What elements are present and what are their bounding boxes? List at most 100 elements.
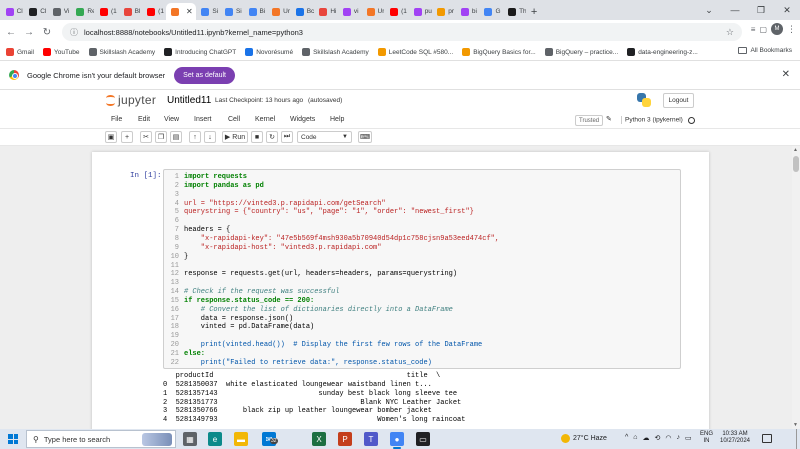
scroll-down-icon[interactable]: ▼ [793, 422, 798, 428]
tray-chevron-icon[interactable]: ^ [625, 434, 628, 442]
bookmark-item[interactable]: LeetCode SQL #580... [377, 48, 453, 56]
wifi-icon[interactable]: ◠ [665, 434, 671, 442]
run-button[interactable]: ▶ Run [222, 131, 248, 143]
menu-help[interactable]: Help [330, 116, 344, 123]
browser-tab[interactable]: Bl [119, 3, 142, 20]
volume-icon[interactable]: ♪ [677, 434, 681, 442]
browser-tab[interactable]: Hi [314, 3, 337, 20]
browser-tab[interactable]: Ur [362, 3, 385, 20]
terminal-icon[interactable]: ▭ [416, 432, 430, 446]
menu-cell[interactable]: Cell [228, 116, 240, 123]
browser-tab[interactable]: Cl [1, 3, 24, 20]
menu-file[interactable]: File [111, 116, 122, 123]
downloads-icon[interactable]: ▢ [759, 25, 767, 34]
kernel-indicator[interactable]: Python 3 (ipykernel) [621, 116, 683, 124]
bookmark-item[interactable]: Skillslash Academy [302, 48, 369, 56]
browser-tab[interactable]: (1 [385, 3, 408, 20]
taskbar-search-input[interactable]: ⚲ Type here to search [26, 430, 176, 448]
menu-view[interactable]: View [164, 116, 179, 123]
chrome-menu-icon[interactable]: ⋮ [787, 24, 796, 35]
scroll-up-icon[interactable]: ▲ [793, 147, 798, 153]
browser-tab[interactable]: Cl [24, 3, 47, 20]
copy-icon[interactable]: ❐ [155, 131, 167, 143]
browser-tab[interactable]: Th [503, 3, 526, 20]
tab-close-icon[interactable]: ✕ [186, 7, 193, 16]
profile-avatar[interactable]: M [771, 23, 783, 35]
infobar-close-icon[interactable]: ✕ [782, 69, 790, 80]
code-cell-editor[interactable]: 1 import requests 2 import pandas as pd 3 4 ur… [163, 169, 681, 369]
tab-active[interactable]: ✕ [165, 3, 196, 20]
browser-tab[interactable]: Si [220, 3, 243, 20]
network-icon[interactable]: ⌂ [633, 434, 637, 442]
bookmark-item[interactable]: Gmail [6, 48, 34, 56]
windows-start-icon[interactable] [8, 434, 18, 444]
move-up-icon[interactable]: ↑ [189, 131, 201, 143]
logout-button[interactable]: Logout [663, 93, 694, 108]
trusted-indicator[interactable]: Trusted [575, 115, 604, 126]
file-explorer-icon[interactable]: ▬ [234, 432, 248, 446]
weather-widget[interactable]: 27°C Haze [561, 434, 607, 443]
restart-icon[interactable]: ↻ [266, 131, 278, 143]
maximize-button[interactable]: ❐ [748, 0, 774, 20]
interrupt-icon[interactable]: ■ [251, 131, 263, 143]
page-scrollbar[interactable]: ▲ ▼ [792, 146, 800, 429]
menu-edit[interactable]: Edit [138, 116, 150, 123]
browser-tab[interactable]: Re [71, 3, 94, 20]
browser-tab[interactable]: Bc [291, 3, 314, 20]
browser-tab[interactable]: Ur [267, 3, 290, 20]
browser-tab[interactable]: vi [338, 3, 361, 20]
browser-tab[interactable]: pu [409, 3, 432, 20]
browser-tab[interactable]: G [479, 3, 502, 20]
bookmark-item[interactable]: YouTube [42, 48, 80, 56]
jupyter-logo[interactable]: jupyter [106, 93, 156, 107]
battery-icon[interactable]: ▭ [685, 434, 692, 442]
edge-icon[interactable]: e [208, 432, 222, 446]
chrome-icon[interactable]: ● [390, 432, 404, 449]
bookmark-item[interactable]: Skillslash Academy [88, 48, 155, 56]
notifications-icon[interactable] [762, 434, 772, 443]
insert-cell-icon[interactable]: + [121, 131, 133, 143]
reload-button[interactable]: ↻ [38, 23, 56, 41]
set-default-button[interactable]: Set as default [174, 66, 235, 84]
close-window-button[interactable]: ✕ [774, 0, 800, 20]
new-tab-button[interactable]: + [526, 3, 542, 20]
all-bookmarks-button[interactable]: All Bookmarks [738, 47, 792, 54]
browser-tab[interactable]: Vi [48, 3, 71, 20]
paste-icon[interactable]: ▤ [170, 131, 182, 143]
extensions-icon[interactable]: ≡ [751, 25, 756, 34]
command-palette-icon[interactable]: ⌨ [358, 131, 372, 143]
bookmark-item[interactable]: BigQuery Basics for... [462, 48, 536, 56]
excel-icon[interactable]: X [312, 432, 326, 446]
teams-icon[interactable]: T [364, 432, 378, 446]
browser-tab[interactable]: bi [456, 3, 479, 20]
restart-run-all-icon[interactable]: ⏭ [281, 131, 293, 143]
sync-icon[interactable]: ⟲ [655, 434, 661, 442]
scrollbar-thumb[interactable] [793, 156, 799, 172]
browser-tab[interactable]: pr [432, 3, 455, 20]
onedrive-icon[interactable]: ☁ [643, 434, 650, 442]
bookmark-star-icon[interactable]: ☆ [726, 27, 734, 38]
task-view-icon[interactable]: ▦ [183, 432, 197, 446]
browser-tab[interactable]: (1 [95, 3, 118, 20]
minimize-button[interactable]: — [722, 0, 748, 20]
notebook-title[interactable]: Untitled11 [167, 95, 211, 106]
menu-kernel[interactable]: Kernel [255, 116, 275, 123]
powerpoint-icon[interactable]: P [338, 432, 352, 446]
tab-search-icon[interactable]: ⌄ [696, 0, 722, 20]
move-down-icon[interactable]: ↓ [204, 131, 216, 143]
bookmark-item[interactable]: Introducing ChatGPT [164, 48, 236, 56]
taskbar-clock[interactable]: 10:33 AM 10/27/2024 [718, 431, 752, 445]
cell-type-select[interactable]: Code ▼ [297, 131, 352, 143]
menu-widgets[interactable]: Widgets [290, 116, 315, 123]
browser-tab[interactable]: (1 [142, 3, 165, 20]
site-info-icon[interactable]: ⓘ [70, 27, 78, 38]
bookmark-item[interactable]: Novorésumé [245, 48, 293, 56]
address-bar[interactable]: ⓘ localhost:8888/notebooks/Untitled11.ip… [62, 23, 742, 41]
language-indicator[interactable]: ENG IN [700, 431, 713, 445]
menu-insert[interactable]: Insert [194, 116, 212, 123]
back-button[interactable]: ← [2, 23, 20, 41]
browser-tab[interactable]: Bi [244, 3, 267, 20]
forward-button[interactable]: → [20, 23, 38, 41]
browser-tab[interactable]: Si [196, 3, 219, 20]
show-desktop-button[interactable] [796, 429, 800, 449]
